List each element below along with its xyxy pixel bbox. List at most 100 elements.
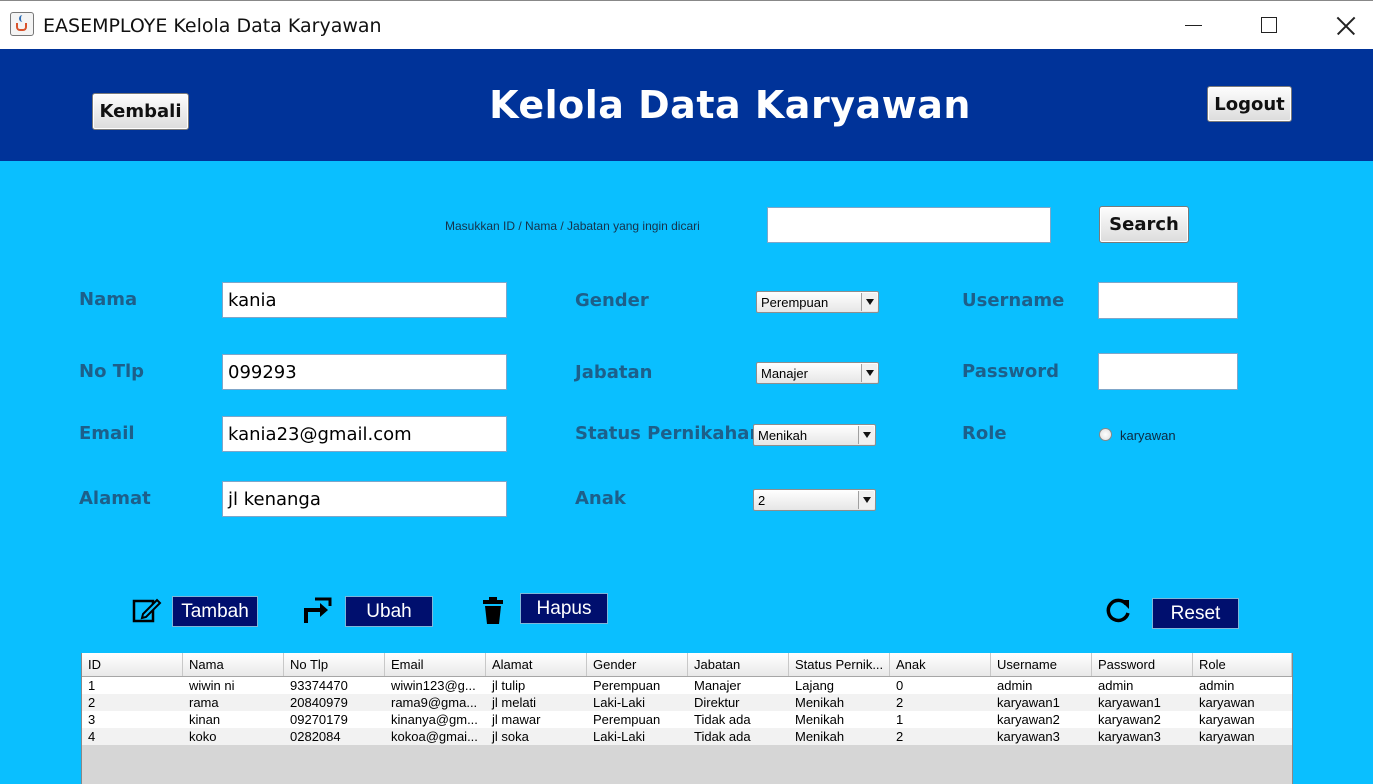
column-header[interactable]: Email [385,653,486,676]
logout-button[interactable]: Logout [1207,86,1292,122]
table-cell[interactable]: karyawan2 [991,711,1092,728]
minimize-button[interactable] [1174,7,1214,43]
column-header[interactable]: Gender [587,653,688,676]
search-input[interactable] [767,207,1051,243]
table-cell[interactable]: 4 [82,728,183,745]
table-cell[interactable]: Manajer [688,677,789,694]
table-cell[interactable]: 1 [890,711,991,728]
table-cell[interactable]: kokoa@gmai... [385,728,486,745]
table-cell[interactable]: Direktur [688,694,789,711]
chevron-down-icon[interactable] [858,491,874,509]
column-header[interactable]: Anak [890,653,991,676]
table-cell[interactable]: 0282084 [284,728,385,745]
table-cell[interactable]: 2 [82,694,183,711]
search-button[interactable]: Search [1099,206,1189,243]
table-cell[interactable]: rama [183,694,284,711]
update-arrows-icon [304,597,332,623]
column-header[interactable]: Status Pernik... [789,653,890,676]
table-cell[interactable]: kinan [183,711,284,728]
table-cell[interactable]: rama9@gma... [385,694,486,711]
table-cell[interactable]: karyawan3 [991,728,1092,745]
table-cell[interactable]: karyawan [1193,728,1292,745]
header-banner: Kembali Kelola Data Karyawan Logout [0,49,1373,161]
page-title: Kelola Data Karyawan [489,83,971,127]
table-cell[interactable]: Menikah [789,694,890,711]
table-cell[interactable]: Tidak ada [688,711,789,728]
email-label: Email [79,423,135,444]
username-field[interactable] [1098,282,1238,319]
table-cell[interactable]: admin [1193,677,1292,694]
hapus-button[interactable]: Hapus [520,593,608,624]
table-cell[interactable]: jl mawar [486,711,587,728]
email-field[interactable]: kania23@gmail.com [222,416,507,452]
table-cell[interactable]: jl soka [486,728,587,745]
column-header[interactable]: No Tlp [284,653,385,676]
table-cell[interactable]: karyawan [1193,711,1292,728]
table-cell[interactable]: Menikah [789,728,890,745]
table-cell[interactable]: Perempuan [587,677,688,694]
alamat-field[interactable]: jl kenanga [222,481,507,517]
table-cell[interactable]: kinanya@gm... [385,711,486,728]
jabatan-select[interactable]: Manajer [756,362,879,384]
status-pernikahan-select[interactable]: Menikah [753,424,876,446]
column-header[interactable]: Role [1193,653,1292,676]
gender-select[interactable]: Perempuan [756,291,879,313]
table-cell[interactable]: 20840979 [284,694,385,711]
table-cell[interactable]: Lajang [789,677,890,694]
table-cell[interactable]: wiwin ni [183,677,284,694]
table-cell[interactable]: karyawan1 [1092,694,1193,711]
tambah-button[interactable]: Tambah [172,596,258,627]
reset-button[interactable]: Reset [1152,598,1239,629]
table-row[interactable]: 2 rama 20840979 rama9@gma... jl melati Laki-L… [82,694,1292,711]
table-cell[interactable]: Menikah [789,711,890,728]
password-field[interactable] [1098,353,1238,390]
ubah-button[interactable]: Ubah [345,596,433,627]
table-cell[interactable]: 2 [890,694,991,711]
table-cell[interactable]: jl tulip [486,677,587,694]
table-cell[interactable]: 1 [82,677,183,694]
table-cell[interactable]: 0 [890,677,991,694]
table-cell[interactable]: Perempuan [587,711,688,728]
chevron-down-icon[interactable] [861,364,877,382]
maximize-button[interactable] [1249,7,1289,43]
table-header: ID Nama No Tlp Email Alamat Gender Jabatan Stat… [82,653,1292,677]
table-cell[interactable]: jl melati [486,694,587,711]
role-label: Role [962,423,1007,444]
java-app-icon [10,12,34,36]
table-row[interactable]: 4 koko 0282084 kokoa@gmai... jl soka Laki-Lak… [82,728,1292,745]
chevron-down-icon[interactable] [861,293,877,311]
role-radio-karyawan[interactable] [1099,428,1112,441]
chevron-down-icon[interactable] [858,426,874,444]
table-cell[interactable]: Tidak ada [688,728,789,745]
table-cell[interactable]: 93374470 [284,677,385,694]
table-cell[interactable]: 3 [82,711,183,728]
table-cell[interactable]: admin [991,677,1092,694]
column-header[interactable]: ID [82,653,183,676]
table-cell[interactable]: wiwin123@g... [385,677,486,694]
column-header[interactable]: Jabatan [688,653,789,676]
table-cell[interactable]: Laki-Laki [587,728,688,745]
table-cell[interactable]: koko [183,728,284,745]
column-header[interactable]: Alamat [486,653,587,676]
table-cell[interactable]: 09270179 [284,711,385,728]
window-title: EASEMPLOYE Kelola Data Karyawan [43,15,382,37]
table-cell[interactable]: 2 [890,728,991,745]
table-cell[interactable]: karyawan [1193,694,1292,711]
notlp-field[interactable]: 099293 [222,354,507,390]
column-header[interactable]: Nama [183,653,284,676]
table-cell[interactable]: karyawan3 [1092,728,1193,745]
jabatan-label: Jabatan [575,362,653,383]
table-cell[interactable]: karyawan2 [1092,711,1193,728]
notlp-label: No Tlp [79,361,145,382]
close-button[interactable] [1326,7,1366,43]
table-row[interactable]: 1 wiwin ni 93374470 wiwin123@g... jl tulip Pe… [82,677,1292,694]
column-header[interactable]: Username [991,653,1092,676]
anak-select[interactable]: 2 [753,489,876,511]
table-cell[interactable]: Laki-Laki [587,694,688,711]
table-cell[interactable]: karyawan1 [991,694,1092,711]
table-cell[interactable]: admin [1092,677,1193,694]
nama-field[interactable]: kania [222,282,507,318]
table-row[interactable]: 3 kinan 09270179 kinanya@gm... jl mawar Perem… [82,711,1292,728]
alamat-label: Alamat [79,488,151,509]
column-header[interactable]: Password [1092,653,1193,676]
